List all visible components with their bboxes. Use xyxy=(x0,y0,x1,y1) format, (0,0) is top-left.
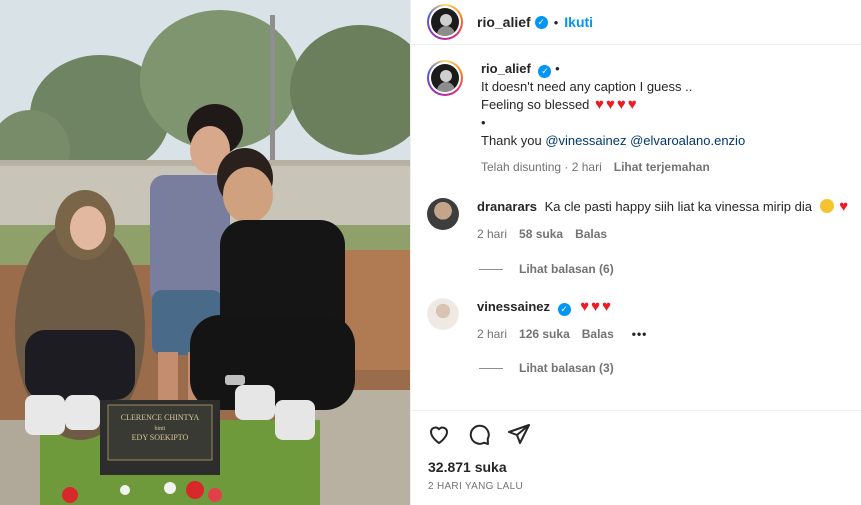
commenter-avatar[interactable] xyxy=(427,198,459,230)
plaque-line-1: CLERENCE CHINTYA xyxy=(121,413,200,422)
replies-divider xyxy=(479,268,503,270)
like-count[interactable]: 32.871 suka xyxy=(411,459,861,475)
commenter-username[interactable]: dranarars xyxy=(477,199,537,214)
caption-dot: • xyxy=(555,61,560,76)
commenter-avatar[interactable] xyxy=(427,298,459,330)
commenter-username[interactable]: vinessainez xyxy=(477,299,550,314)
verified-icon: ✓ xyxy=(557,303,571,316)
heart-emoji-icon: ♥ xyxy=(580,298,590,315)
header-separator: • xyxy=(553,14,559,30)
comment-time: 2 hari xyxy=(477,327,508,341)
heart-emoji-icon: ♥ xyxy=(595,96,604,113)
plaque-line-3: EDY SOEKIPTO xyxy=(132,433,189,442)
comment-time: 2 hari xyxy=(477,227,508,241)
heart-emoji-icon: ♥ xyxy=(627,96,637,113)
caption-line-1: It doesn't need any caption I guess .. xyxy=(481,79,693,94)
post-date: 2 HARI YANG LALU xyxy=(428,481,524,492)
heart-icon[interactable] xyxy=(427,422,451,449)
more-options-icon[interactable]: ••• xyxy=(632,325,648,343)
caption-thanks: Thank you xyxy=(481,133,542,148)
heart-emoji-icon: ♥ xyxy=(591,298,601,315)
plaque-line-2: binti xyxy=(154,426,165,432)
see-translation-link[interactable]: Lihat terjemahan xyxy=(614,158,710,176)
caption-line-2: Feeling so blessed xyxy=(481,97,590,112)
post-photo[interactable]: CLERENCE CHINTYA binti EDY SOEKIPTO xyxy=(0,0,410,505)
view-replies-button[interactable]: Lihat balasan (6) xyxy=(479,262,614,276)
caption-block: rio_alief ✓ • It doesn't need any captio… xyxy=(427,60,745,176)
post-actions: 32.871 suka 2 HARI YANG LALU xyxy=(411,410,861,505)
heart-emoji-icon: ♥ xyxy=(602,298,611,315)
view-replies-label: Lihat balasan (3) xyxy=(519,361,614,375)
heart-eyes-emoji-icon xyxy=(819,199,834,213)
reply-button[interactable]: Balas xyxy=(575,225,607,243)
mention-link[interactable]: @elvaroalano.enzio xyxy=(630,133,745,148)
follow-button[interactable]: Ikuti xyxy=(564,14,593,30)
comment-item: dranarars Ka cle pasti happy siih liat k… xyxy=(427,198,848,243)
post-side-panel: rio_alief ✓ • Ikuti rio_alief ✓ • It doe… xyxy=(410,0,861,505)
heart-emoji-icon: ♥ xyxy=(616,96,626,113)
author-username[interactable]: rio_alief xyxy=(477,14,531,30)
verified-icon: ✓ xyxy=(534,15,548,29)
caption-bullet: • xyxy=(481,115,486,130)
comment-icon[interactable] xyxy=(467,422,491,449)
verified-icon: ✓ xyxy=(538,65,552,78)
comment-likes[interactable]: 58 suka xyxy=(519,225,563,243)
caption-author-avatar[interactable] xyxy=(427,60,463,96)
post-header: rio_alief ✓ • Ikuti xyxy=(411,0,861,45)
heart-emoji-icon: ♥ xyxy=(605,96,615,113)
caption-username[interactable]: rio_alief xyxy=(481,61,531,76)
comment-item: vinessainez ✓ ♥ ♥ ♥ 2 hari 126 suka Balas … xyxy=(427,298,647,343)
author-avatar[interactable] xyxy=(427,4,463,40)
comment-likes[interactable]: 126 suka xyxy=(519,325,570,343)
heart-emoji-icon: ♥ xyxy=(839,198,849,215)
view-replies-button[interactable]: Lihat balasan (3) xyxy=(479,361,614,375)
comments-list[interactable]: rio_alief ✓ • It doesn't need any captio… xyxy=(411,46,861,410)
post-dialog: CLERENCE CHINTYA binti EDY SOEKIPTO rio_… xyxy=(0,0,861,505)
family-photo-illustration: CLERENCE CHINTYA binti EDY SOEKIPTO xyxy=(0,0,410,505)
view-replies-label: Lihat balasan (6) xyxy=(519,262,614,276)
replies-divider xyxy=(479,367,503,369)
comment-text: Ka cle pasti happy siih liat ka vinessa … xyxy=(544,199,812,214)
share-icon[interactable] xyxy=(507,422,531,449)
mention-link[interactable]: @vinessainez xyxy=(545,133,626,148)
reply-button[interactable]: Balas xyxy=(582,325,614,343)
caption-edited-time: Telah disunting · 2 hari xyxy=(481,160,602,174)
